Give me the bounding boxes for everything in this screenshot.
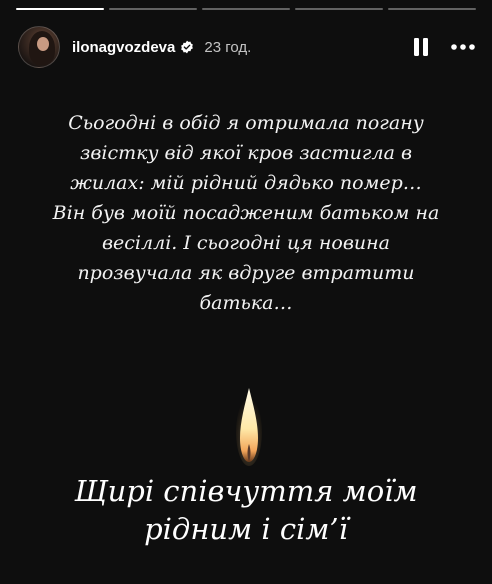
story-progress-segment	[109, 8, 197, 10]
post-time: 23 год.	[204, 38, 252, 56]
verified-badge-icon	[180, 40, 194, 54]
pause-button[interactable]	[410, 36, 432, 58]
username[interactable]: ilonagvozdeva	[72, 39, 175, 56]
story-viewer: ilonagvozdeva 23 год. Сьогодні в обід я …	[0, 0, 492, 584]
candle-flame-icon	[236, 388, 262, 466]
story-message-text: Сьогодні в обід я отримала погану звістк…	[52, 112, 440, 314]
story-progress-segment	[295, 8, 383, 10]
story-progress-bar	[16, 8, 476, 10]
story-progress-segment	[202, 8, 290, 10]
story-header: ilonagvozdeva 23 год.	[18, 26, 476, 68]
condolence-text: Щирі співчуття моїм рідним і сім’ї	[74, 474, 418, 546]
more-horizontal-icon	[451, 44, 475, 50]
story-progress-segment	[388, 8, 476, 10]
avatar[interactable]	[18, 26, 60, 68]
more-options-button[interactable]	[450, 36, 476, 58]
story-progress-segment	[16, 8, 104, 10]
pause-icon	[414, 38, 428, 56]
